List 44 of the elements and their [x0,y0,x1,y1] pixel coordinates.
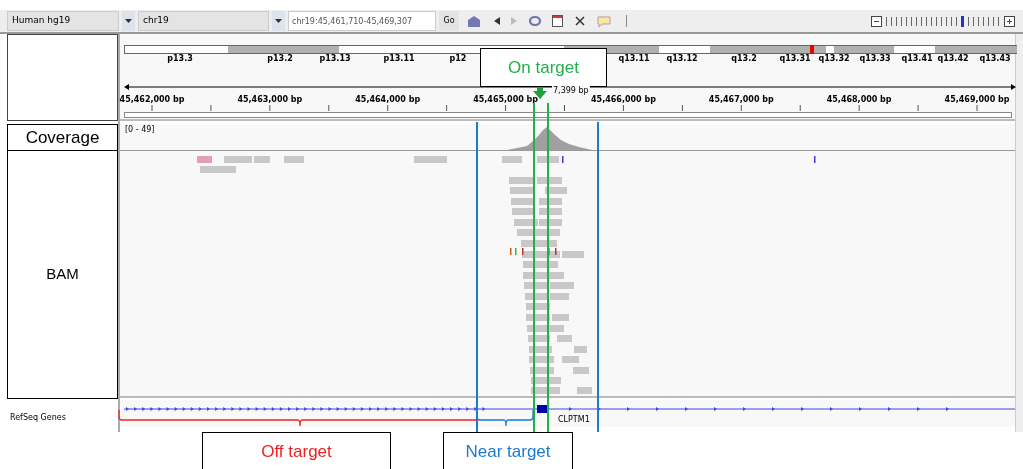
zoom-slider[interactable] [871,15,1015,27]
track-name: BAM [7,151,118,399]
scrollbar[interactable] [1015,34,1023,432]
back-arrow-icon[interactable] [494,17,500,25]
band-label: p13.3 [167,53,193,65]
ruler-tick-label: 45,469,000 bp [944,95,1010,104]
ruler-tick-label: 45,466,000 bp [591,95,656,104]
off-target-callout: Off target [202,432,391,469]
ruler-tick-label: 45,462,000 bp [119,95,185,104]
gene-name: CLPTM1 [558,415,590,424]
locus-field[interactable]: chr19:45,461,710-45,469,307 [288,11,436,31]
ruler-tick-label: 45,468,000 bp [826,95,892,104]
data-range-label: [0 - 49] [125,125,155,134]
track-name: RefSeq Genes [9,411,67,424]
ruler-tick-label: 45,467,000 bp [708,95,774,104]
band-label: q13.43 [979,53,1011,65]
band-label: q13.12 [666,53,698,65]
band-label: q13.2 [731,53,757,65]
ruler-tick-label: 45,463,000 bp [237,95,303,104]
ruler-tick-label: 45,465,000 bp [473,95,538,104]
near-target-callout: Near target [443,432,573,469]
band-label: q13.33 [859,53,891,65]
span-label: 7,399 bp [552,86,590,95]
zoom-thumb[interactable] [961,15,964,27]
band-label: q13.31 [779,53,811,65]
genome-dropdown[interactable]: Human hg19 [7,11,119,31]
band-label: q13.42 [937,53,969,65]
track-name: Coverage [7,124,118,151]
go-button[interactable]: Go [439,11,459,31]
region-icon[interactable] [552,15,563,27]
band-label: q13.11 [618,53,650,65]
band-label: q13.32 [818,53,850,65]
collapse-icon[interactable] [575,16,585,26]
ruler-tick-label: 45,464,000 bp [355,95,421,104]
zoom-out-icon[interactable] [871,15,882,27]
band-label: p13.13 [319,53,351,65]
chromosome-dropdown[interactable]: chr19 [138,11,269,31]
zoom-in-icon[interactable] [1004,15,1015,27]
band-label: p13.11 [383,53,415,65]
band-label: p12 [449,53,467,65]
band-label: p13.2 [267,53,293,65]
band-label: q13.41 [901,53,933,65]
home-icon[interactable] [467,15,481,27]
on-target-callout: On target [480,48,607,87]
